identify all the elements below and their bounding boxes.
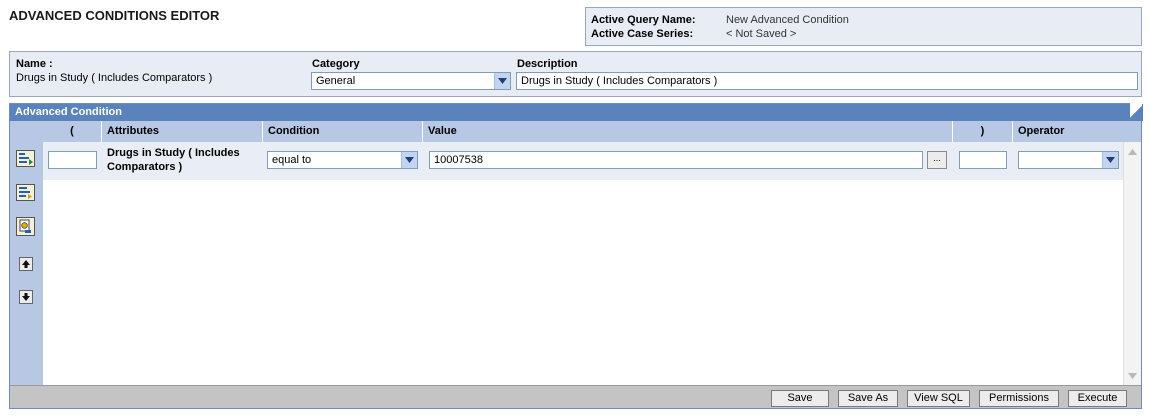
scroll-up-icon[interactable] [1125,144,1140,159]
description-input[interactable]: Drugs in Study ( Includes Comparators ) [516,72,1138,90]
name-panel: Name : Drugs in Study ( Includes Compara… [9,51,1142,97]
save-button[interactable]: Save [771,390,829,407]
attribute-line-2: Comparators ) [107,161,183,173]
add-condition-icon[interactable] [15,149,36,168]
advanced-condition-title: Advanced Condition [15,106,122,118]
advanced-condition-panel: Advanced Condition (Attributes Conditio… [9,103,1143,409]
save-as-button[interactable]: Save As [838,390,898,407]
query-name-label: Active Query Name: [591,14,696,26]
condition-toolbar [10,121,43,385]
name-label: Name : [16,58,53,70]
value-input[interactable]: 10007538 [429,151,923,169]
header-corner [1130,103,1142,121]
description-label: Description [517,58,578,70]
query-name-value: New Advanced Condition [726,14,849,26]
open-paren-input[interactable] [48,151,97,169]
page-title: ADVANCED CONDITIONS EDITOR [9,8,220,23]
category-label: Category [312,58,360,70]
move-up-icon[interactable] [15,254,36,273]
col-close-paren: ) [953,121,1013,142]
view-sql-button[interactable]: View SQL [907,390,970,407]
execute-button[interactable]: Execute [1068,390,1127,407]
condition-select-value: equal to [272,154,312,166]
value-input-value: 10007538 [434,154,483,166]
advanced-condition-header: Advanced Condition [10,104,1143,121]
action-bar: Save Save As View SQL Permissions Execut… [10,385,1141,408]
case-series-value: < Not Saved > [726,28,797,40]
col-open-paren: ( [43,121,102,142]
close-paren-input[interactable] [959,151,1007,169]
category-select[interactable]: General [311,72,511,90]
condition-row: Drugs in Study ( Includes Comparators ) … [43,142,1123,180]
nested-query-icon[interactable] [15,217,36,236]
attribute-name: Drugs in Study ( Includes Comparators ) [107,146,240,174]
vertical-scrollbar[interactable] [1123,142,1141,385]
col-condition: Condition [263,121,423,142]
case-series-label: Active Case Series: [591,28,694,40]
category-select-value: General [316,75,356,87]
col-attributes: Attributes [102,121,263,142]
condition-select[interactable]: equal to [267,151,418,169]
value-lookup-button[interactable]: ... [927,151,947,169]
add-group-icon[interactable] [15,183,36,202]
move-down-icon[interactable] [15,287,36,306]
chevron-down-icon[interactable] [494,73,510,89]
attribute-line-1: Drugs in Study ( Includes [107,147,240,159]
chevron-down-icon[interactable] [1102,152,1118,168]
chevron-down-icon[interactable] [401,152,417,168]
col-operator: Operator [1013,121,1141,142]
col-value: Value [423,121,953,142]
scroll-down-icon[interactable] [1125,368,1140,383]
operator-select[interactable] [1018,151,1119,169]
active-query-info: Active Query Name: New Advanced Conditio… [585,7,1142,46]
permissions-button[interactable]: Permissions [979,390,1059,407]
name-value: Drugs in Study ( Includes Comparators ) [16,72,213,84]
description-input-value: Drugs in Study ( Includes Comparators ) [521,75,718,87]
